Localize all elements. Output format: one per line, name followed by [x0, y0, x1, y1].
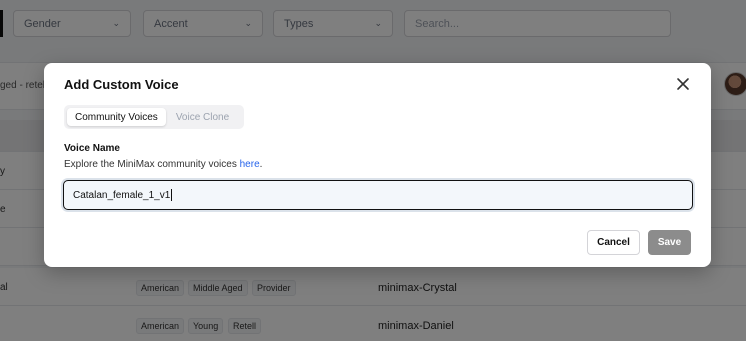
help-text: Explore the MiniMax community voices her… [64, 159, 262, 170]
tab-community-voices[interactable]: Community Voices [67, 108, 166, 126]
voice-name-input[interactable]: Catalan_female_1_v1 [63, 180, 693, 210]
dialog-title: Add Custom Voice [64, 77, 179, 92]
voice-name-label: Voice Name [64, 143, 120, 154]
save-button[interactable]: Save [648, 230, 691, 255]
voice-source-tabs: Community Voices Voice Clone [64, 105, 244, 129]
community-voices-link[interactable]: here [240, 159, 260, 170]
text-caret [171, 189, 173, 201]
cancel-button[interactable]: Cancel [587, 230, 640, 255]
add-custom-voice-dialog: Add Custom Voice Community Voices Voice … [44, 63, 711, 267]
close-icon[interactable] [675, 76, 691, 92]
help-text-suffix: . [259, 159, 263, 170]
voice-name-value: Catalan_female_1_v1 [73, 189, 171, 201]
tab-voice-clone[interactable]: Voice Clone [168, 108, 237, 126]
help-text-body: Explore the MiniMax community voices [64, 159, 240, 170]
